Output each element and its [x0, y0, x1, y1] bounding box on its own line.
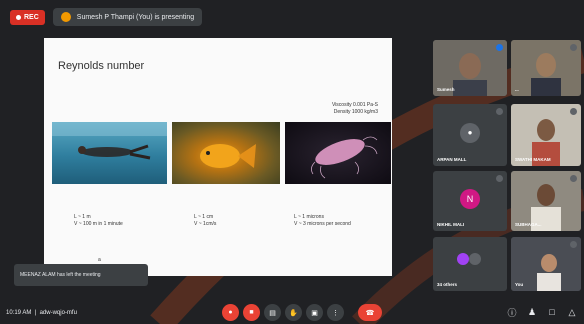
- participant-tile[interactable]: N NIKHIL MALI: [433, 171, 507, 231]
- presented-slide: Reynolds number Viscosity 0.001 Pa-S Den…: [44, 38, 392, 276]
- goldfish-image: [172, 122, 280, 184]
- others-avatar-icon: [469, 253, 481, 265]
- people-icon: ♟: [527, 306, 537, 317]
- camera-off-button[interactable]: ■: [243, 304, 260, 321]
- participant-tile[interactable]: SWATHI MAKAM: [511, 104, 581, 166]
- info-icon: ⓘ: [507, 307, 517, 318]
- participant-tile[interactable]: ...: [511, 40, 581, 96]
- participant-tile[interactable]: Sumesh: [433, 40, 507, 96]
- activities-icon: △: [568, 306, 576, 317]
- meeting-time: 10:19 AM | adw-wqjo-mfu: [6, 310, 77, 316]
- more-vert-icon: ⋮: [332, 309, 339, 317]
- mic-off-icon: [496, 175, 503, 182]
- participant-name: NIKHIL MALI: [437, 222, 465, 227]
- participant-name: SUBHAGA...: [515, 222, 542, 227]
- mic-indicator-icon: [496, 44, 503, 51]
- leave-call-button[interactable]: ☎: [358, 304, 382, 321]
- people-button[interactable]: ♟: [526, 306, 538, 318]
- toast-text: MEENAZ ALAM has left the meeting: [20, 272, 101, 278]
- caption-velocity: V ~ 100 m in 1 minute: [74, 221, 123, 227]
- chat-button[interactable]: □: [546, 306, 558, 318]
- record-label: REC: [24, 13, 39, 21]
- caption-length: L ~ 1 microns: [294, 214, 324, 220]
- person-icon: ●: [460, 122, 480, 143]
- present-button[interactable]: ▣: [306, 304, 323, 321]
- slide-marker: a: [98, 257, 101, 263]
- mic-off-icon: [570, 241, 577, 248]
- mic-off-icon: [570, 175, 577, 182]
- presenting-text: Sumesh P Thampi (You) is presenting: [76, 13, 195, 21]
- caption-length: L ~ 1 m: [74, 214, 91, 220]
- mic-off-icon: [496, 108, 503, 115]
- self-view-tile[interactable]: You: [511, 237, 581, 291]
- mic-off-button[interactable]: ●: [222, 304, 239, 321]
- captions-button[interactable]: ▤: [264, 304, 281, 321]
- mic-off-icon: ●: [228, 309, 233, 316]
- activities-button[interactable]: △: [566, 306, 578, 318]
- bacterium-caption: L ~ 1 microns V ~ 3 microns per second: [294, 214, 351, 228]
- hand-icon: ✋: [289, 309, 298, 317]
- density-text: Density 1000 kg/m3: [333, 109, 378, 115]
- bottom-bar: 10:19 AM | adw-wqjo-mfu ● ■ ▤ ✋ ▣ ⋮ ☎ ⓘ …: [0, 302, 584, 324]
- fluid-properties: Viscosity 0.001 Pa-S Density 1000 kg/m3: [332, 102, 378, 116]
- chat-icon: □: [549, 307, 555, 317]
- slide-title: Reynolds number: [58, 60, 145, 72]
- participant-tile[interactable]: SUBHAGA...: [511, 171, 581, 231]
- present-screen-icon: [60, 12, 71, 22]
- participant-name: SWATHI MAKAM: [515, 157, 551, 162]
- captions-icon: ▤: [269, 309, 276, 317]
- caption-velocity: V ~ 3 microns per second: [294, 221, 351, 227]
- participant-tile[interactable]: ● ARPAN MALL: [433, 104, 507, 166]
- caption-length: L ~ 1 cm: [194, 214, 214, 220]
- bacterium-image: [285, 122, 391, 184]
- present-icon: ▣: [311, 309, 318, 317]
- mic-off-icon: [570, 108, 577, 115]
- participant-avatar: N: [460, 188, 480, 209]
- swimmer-caption: L ~ 1 m V ~ 100 m in 1 minute: [74, 214, 123, 228]
- info-button[interactable]: ⓘ: [506, 306, 518, 318]
- others-avatar-icon: [457, 253, 469, 265]
- caption-velocity: V ~ 1cm/s: [194, 221, 217, 227]
- others-tile[interactable]: 34 others: [433, 237, 507, 291]
- participant-name: ARPAN MALL: [437, 157, 467, 162]
- camera-off-icon: ■: [249, 309, 254, 316]
- notification-toast: MEENAZ ALAM has left the meeting: [14, 264, 148, 286]
- viscosity-text: Viscosity 0.001 Pa-S: [331, 102, 378, 108]
- meeting-window: REC Sumesh P Thampi (You) is presenting …: [0, 0, 584, 324]
- participant-name: Sumesh: [437, 87, 455, 92]
- record-badge[interactable]: REC: [10, 9, 45, 25]
- swimmer-image: [52, 122, 167, 184]
- meeting-code: adw-wqjo-mfu: [39, 310, 77, 316]
- mic-off-icon: [570, 44, 577, 51]
- goldfish-caption: L ~ 1 cm V ~ 1cm/s: [194, 214, 216, 228]
- participant-name: ...: [515, 87, 519, 92]
- record-dot-icon: [16, 14, 21, 20]
- more-options-button[interactable]: ⋮: [327, 304, 344, 321]
- others-count: 34 others: [437, 282, 458, 287]
- presenting-banner: Sumesh P Thampi (You) is presenting: [52, 8, 203, 26]
- raise-hand-button[interactable]: ✋: [285, 304, 302, 321]
- hang-up-icon: ☎: [365, 309, 375, 317]
- participant-name: You: [515, 282, 524, 287]
- top-bar: REC Sumesh P Thampi (You) is presenting: [0, 0, 584, 34]
